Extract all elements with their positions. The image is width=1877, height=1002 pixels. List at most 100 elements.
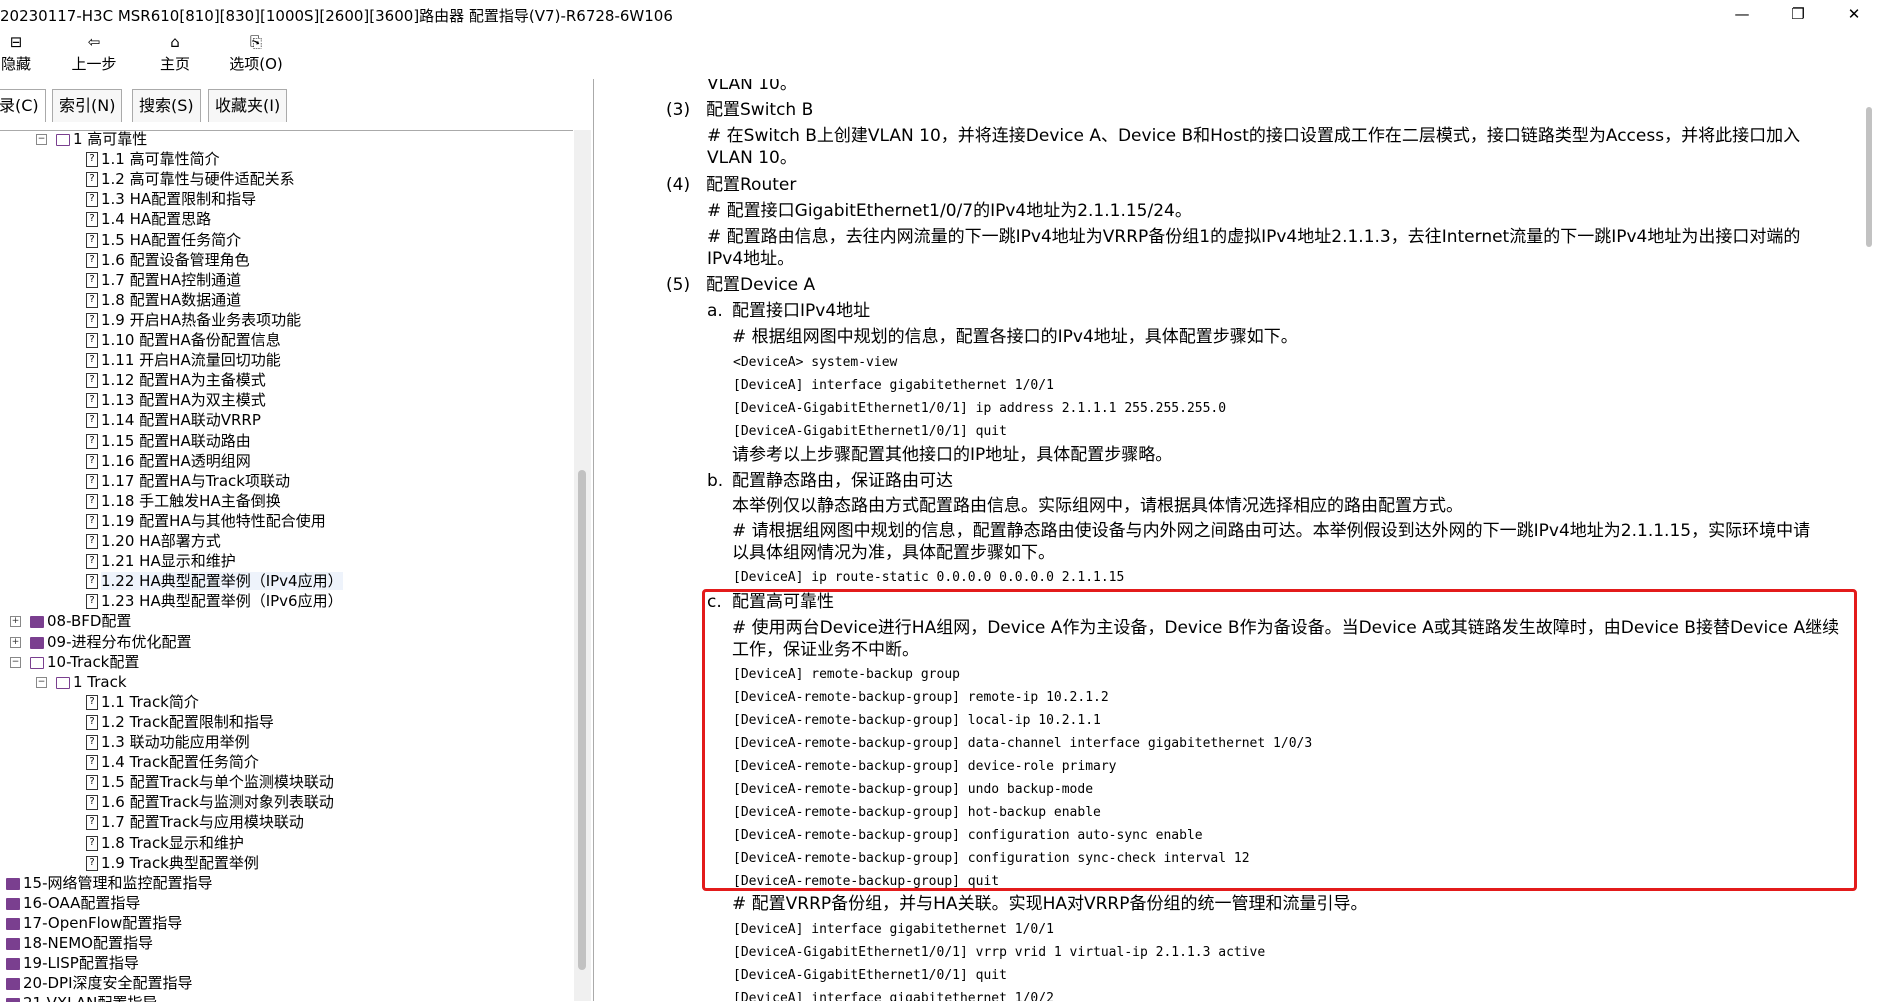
body-text: IPv4地址。 [707,247,794,271]
tree-item[interactable]: ?1.8 Track显示和维护 [86,833,244,853]
left-scrollbar[interactable] [574,130,591,1001]
tree-item-label: 1.4 Track配置任务简介 [101,753,259,771]
help-topic-icon: ? [86,313,98,328]
tree-chapter-ha[interactable]: −1 高可靠性 [56,130,147,149]
tree-item[interactable]: ?1.3 联动功能应用举例 [86,732,250,752]
tree-book[interactable]: +09-进程分布优化配置 [30,632,192,652]
tree-item[interactable]: ?1.20 HA部署方式 [86,531,221,551]
close-button[interactable]: ✕ [1831,0,1877,29]
tree-chapter-track[interactable]: −1 Track [56,672,127,692]
open-book-icon [56,134,70,146]
tree-item[interactable]: ?1.5 HA配置任务简介 [86,230,241,250]
tree-book[interactable]: 17-OpenFlow配置指导 [6,913,182,933]
expand-icon[interactable]: + [10,637,21,648]
collapse-icon[interactable]: − [36,134,47,145]
tree-book[interactable]: 16-OAA配置指导 [6,893,140,913]
options-button[interactable]: ⎘ 选项(O) [224,31,288,75]
tree-item-label: 1.1 Track简介 [101,693,199,711]
right-scrollbar-thumb[interactable] [1866,107,1872,247]
tree-item-label: 1.23 HA典型配置举例（IPv6应用） [101,592,343,610]
tab-index[interactable]: 索引(N) [52,89,122,122]
back-arrow-icon: ⇦ [64,31,124,53]
tree-item[interactable]: ?1.8 配置HA数据通道 [86,290,241,310]
tree-item[interactable]: ?1.19 配置HA与其他特性配合使用 [86,511,326,531]
tree-item-label: 1.22 HA典型配置举例（IPv4应用） [101,572,343,590]
collapse-icon[interactable]: − [36,677,47,688]
tree-item[interactable]: ?1.13 配置HA为双主模式 [86,390,266,410]
help-topic-icon: ? [86,474,98,489]
tree-item-label: 1.2 Track配置限制和指导 [101,713,274,731]
tree-item[interactable]: ?1.18 手工触发HA主备倒换 [86,491,281,511]
tree-item[interactable]: ?1.9 开启HA热备业务表项功能 [86,310,301,330]
tree-item[interactable]: ?1.11 开启HA流量回切功能 [86,350,281,370]
tree-book[interactable]: 20-DPI深度安全配置指导 [6,973,193,993]
tree-item[interactable]: ?1.4 Track配置任务简介 [86,752,259,772]
tree-book[interactable]: 19-LISP配置指导 [6,953,139,973]
body-text: # 配置路由信息，去往内网流量的下一跳IPv4地址为VRRP备份组1的虚拟IPv… [707,225,1800,249]
tree-item[interactable]: ?1.2 高可靠性与硬件适配关系 [86,169,295,189]
tree-item[interactable]: ?1.6 配置设备管理角色 [86,250,250,270]
body-text: # 根据组网图中规划的信息，配置各接口的IPv4地址，具体配置步骤如下。 [732,325,1298,349]
expand-icon[interactable]: + [10,616,21,627]
tree-book[interactable]: +08-BFD配置 [30,611,131,631]
hide-button[interactable]: ⊟ 隐藏 [0,31,36,75]
tree-item[interactable]: ?1.5 配置Track与单个监测模块联动 [86,772,334,792]
substep-number: a. [707,299,723,323]
tree-item[interactable]: ?1.21 HA显示和维护 [86,551,236,571]
home-button[interactable]: ⌂ 主页 [152,31,198,75]
tree-item[interactable]: ?1.1 高可靠性简介 [86,149,220,169]
book-icon [6,998,20,1002]
command-line: [DeviceA-GigabitEthernet1/0/1] quit [733,422,1007,442]
maximize-button[interactable]: ❐ [1775,0,1821,29]
tree-item[interactable]: ?1.9 Track典型配置举例 [86,853,259,873]
tree-item-label: 18-NEMO配置指导 [23,934,153,952]
tree-item[interactable]: ?1.7 配置Track与应用模块联动 [86,812,304,832]
step-number: (5) [666,273,690,297]
minimize-button[interactable]: — [1719,0,1765,29]
hide-icon: ⊟ [0,31,36,53]
command-line: <DeviceA> system-view [733,353,897,373]
help-topic-icon: ? [86,273,98,288]
collapse-icon[interactable]: − [10,657,21,668]
tree-item-label: 1.18 手工触发HA主备倒换 [101,492,281,510]
tree-item[interactable]: ?1.7 配置HA控制通道 [86,270,241,290]
tree-item[interactable]: ?1.1 Track简介 [86,692,199,712]
command-line: [DeviceA] interface gigabitethernet 1/0/… [733,376,1054,396]
tree-item[interactable]: ?1.23 HA典型配置举例（IPv6应用） [86,591,343,611]
tree-item[interactable]: ?1.10 配置HA备份配置信息 [86,330,281,350]
tree-item-label: 09-进程分布优化配置 [47,633,192,651]
tree-item-label: 1.14 配置HA联动VRRP [101,411,261,429]
tree-item[interactable]: ?1.6 配置Track与监测对象列表联动 [86,792,334,812]
tree-book[interactable]: 18-NEMO配置指导 [6,933,153,953]
tree-item[interactable]: ?1.12 配置HA为主备模式 [86,370,266,390]
body-text: # 在Switch B上创建VLAN 10，并将连接Device A、Devic… [707,124,1800,148]
tree-book[interactable]: 15-网络管理和监控配置指导 [6,873,213,893]
tree-item[interactable]: ?1.17 配置HA与Track项联动 [86,471,290,491]
tree-item[interactable]: ?1.3 HA配置限制和指导 [86,189,256,209]
tree-item-label: 20-DPI深度安全配置指导 [23,974,193,992]
tree-item[interactable]: ?1.15 配置HA联动路由 [86,431,251,451]
tab-search[interactable]: 搜索(S) [132,89,201,122]
step-number: (3) [666,98,690,122]
tree-item[interactable]: ?1.22 HA典型配置举例（IPv4应用） [86,571,343,591]
tree-item[interactable]: ?1.16 配置HA透明组网 [86,451,251,471]
left-scrollbar-thumb[interactable] [578,470,586,970]
tree-item[interactable]: ?1.4 HA配置思路 [86,209,211,229]
back-button[interactable]: ⇦ 上一步 [64,31,124,75]
tree-item[interactable]: ?1.14 配置HA联动VRRP [86,410,261,430]
tab-favorites[interactable]: 收藏夹(I) [208,89,287,122]
substep-title: 配置静态路由，保证路由可达 [732,469,953,493]
tab-contents[interactable]: 录(C) [0,89,46,122]
tree-item-label: 1.17 配置HA与Track项联动 [101,472,290,490]
highlight-box [702,589,1857,891]
tree-book-track[interactable]: −10-Track配置 [30,652,139,672]
window-title: 20230117-H3C MSR610[810][830][1000S][260… [0,5,673,26]
body-text: VLAN 10。 [707,79,797,96]
body-text: VLAN 10。 [707,146,797,170]
tree-item-label: 1.15 配置HA联动路由 [101,432,251,450]
tree-item[interactable]: ?1.2 Track配置限制和指导 [86,712,274,732]
body-text: # 配置VRRP备份组，并与HA关联。实现HA对VRRP备份组的统一管理和流量引… [732,892,1367,916]
navigation-pane: 录(C) 索引(N) 搜索(S) 收藏夹(I) −1 高可靠性?1.1 高可靠性… [0,79,593,1001]
tree-item-label: 1.3 联动功能应用举例 [101,733,250,751]
right-scrollbar[interactable] [1860,79,1877,1001]
